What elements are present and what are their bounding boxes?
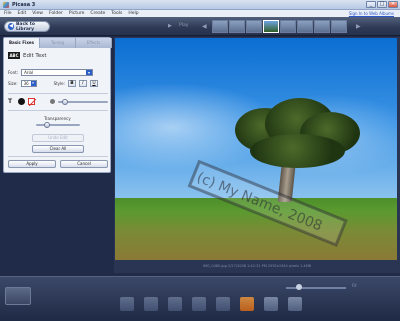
opacity-dot-icon <box>50 99 55 104</box>
edit-tabs: Basic Fixes Tuning Effects <box>4 38 112 48</box>
photo-tray-icon[interactable] <box>5 287 31 305</box>
photo-info-status: IMG_0480.jpg 2/27/2008 1:42:31 PM 2592x1… <box>202 264 312 268</box>
back-to-library-label: Back to Library <box>16 21 35 32</box>
blogger-icon[interactable] <box>240 297 254 311</box>
tab-effects[interactable]: Effects <box>76 38 112 48</box>
size-value: 36 <box>23 81 29 86</box>
filmstrip-thumbnail[interactable] <box>331 20 347 33</box>
font-value: Arial <box>24 70 34 75</box>
photo-grass <box>115 197 397 260</box>
text-color-swatch[interactable] <box>18 98 25 105</box>
menu-file[interactable]: File <box>4 11 12 16</box>
picasa-app-icon <box>3 2 9 8</box>
underline-button[interactable]: U <box>89 80 98 87</box>
size-label: Size: <box>8 81 18 86</box>
back-to-library-button[interactable]: ◀ Back to Library <box>4 21 50 32</box>
zoom-fit-label[interactable]: Fit <box>352 283 357 288</box>
zoom-slider[interactable] <box>296 284 302 290</box>
menu-folder[interactable]: Folder <box>49 11 63 16</box>
edit-panel: Basic Fixes Tuning Effects ABC Edit Text… <box>3 37 112 173</box>
menu-picture[interactable]: Picture <box>69 11 84 16</box>
text-opacity-slider[interactable] <box>62 99 68 105</box>
menu-create[interactable]: Create <box>90 11 105 16</box>
previous-photo-icon[interactable]: ◀ <box>202 23 207 30</box>
text-tool-icon: ABC <box>8 52 20 59</box>
style-label: Style: <box>53 81 65 86</box>
tab-basic-fixes[interactable]: Basic Fixes <box>4 38 40 48</box>
size-style-row: Size: 36 ▾ Style: B I U <box>8 80 98 87</box>
email-icon[interactable] <box>144 297 158 311</box>
filmstrip-thumbnail[interactable] <box>297 20 313 33</box>
upload-icon[interactable] <box>120 297 134 311</box>
play-icon[interactable]: ▶ <box>168 23 172 29</box>
menu-bar: File Edit View Folder Picture Create Too… <box>0 10 400 17</box>
minimize-button[interactable]: _ <box>366 1 376 8</box>
action-icons <box>120 297 302 311</box>
photo-tree-canopy <box>250 134 345 168</box>
print-icon[interactable] <box>168 297 182 311</box>
shop-icon[interactable] <box>216 297 230 311</box>
close-button[interactable]: ✕ <box>388 1 398 8</box>
toolbar: ◀ Back to Library ▶ Play ◀ ▶ <box>0 17 400 36</box>
edit-text-title: Edit Text <box>23 52 47 59</box>
panel-divider <box>8 110 108 111</box>
collage-icon[interactable] <box>288 297 302 311</box>
filmstrip-thumbnail[interactable] <box>229 20 245 33</box>
menu-help[interactable]: Help <box>128 11 138 16</box>
size-select[interactable]: 36 ▾ <box>20 80 37 87</box>
photo-viewer: (c) My Name, 2008 IMG_0480.jpg 2/27/2008… <box>114 37 400 273</box>
apply-button[interactable]: Apply <box>8 160 56 168</box>
chevron-down-icon: ▾ <box>30 81 36 86</box>
window-controls: _ □ ✕ <box>366 1 398 8</box>
filmstrip-thumbnail[interactable] <box>314 20 330 33</box>
sign-in-link[interactable]: Sign In to Web Albums <box>349 11 394 16</box>
filmstrip-thumbnail[interactable] <box>246 20 262 33</box>
text-color-label: T <box>8 98 13 105</box>
transparency-track[interactable] <box>36 124 80 126</box>
play-label[interactable]: Play <box>179 23 188 28</box>
filmstrip-thumbnail[interactable] <box>280 20 296 33</box>
bold-button[interactable]: B <box>67 80 76 87</box>
transparency-label: Transparency <box>44 116 71 121</box>
outline-color-swatch[interactable] <box>28 98 37 107</box>
transparency-slider[interactable] <box>44 122 50 128</box>
menu-edit[interactable]: Edit <box>18 11 27 16</box>
menu-view[interactable]: View <box>32 11 43 16</box>
font-label: Font: <box>8 70 19 75</box>
maximize-button[interactable]: □ <box>377 1 387 8</box>
color-row: T <box>8 98 12 105</box>
zoom-controls: Fit <box>286 279 396 291</box>
zoom-slider-track[interactable] <box>286 287 346 289</box>
panel-divider <box>8 156 108 157</box>
filmstrip-thumbnail-current[interactable] <box>263 20 279 33</box>
next-photo-icon[interactable]: ▶ <box>356 23 361 30</box>
edit-text-header: ABC Edit Text <box>8 52 47 59</box>
chevron-down-icon: ▾ <box>86 70 93 75</box>
no-color-icon <box>28 98 37 107</box>
window-title: Picasa 3 <box>12 2 36 8</box>
tab-tuning[interactable]: Tuning <box>40 38 76 48</box>
clear-all-button[interactable]: Clear All <box>32 145 84 153</box>
export-icon[interactable] <box>192 297 206 311</box>
italic-button[interactable]: I <box>78 80 87 87</box>
font-select[interactable]: Arial ▾ <box>21 69 94 76</box>
movie-icon[interactable] <box>264 297 278 311</box>
title-bar: Picasa 3 _ □ ✕ <box>0 0 400 10</box>
menu-tools[interactable]: Tools <box>111 11 122 16</box>
photo-canvas[interactable]: (c) My Name, 2008 <box>115 38 397 260</box>
bottom-bar: Fit <box>0 276 400 321</box>
filmstrip-thumbnail[interactable] <box>212 20 228 33</box>
back-arrow-icon: ◀ <box>8 23 14 30</box>
undo-edit-button[interactable]: Undo Edit <box>32 134 84 142</box>
panel-divider <box>8 93 108 94</box>
font-row: Font: Arial ▾ <box>8 69 94 76</box>
filmstrip <box>212 20 352 33</box>
cancel-button[interactable]: Cancel <box>60 160 108 168</box>
